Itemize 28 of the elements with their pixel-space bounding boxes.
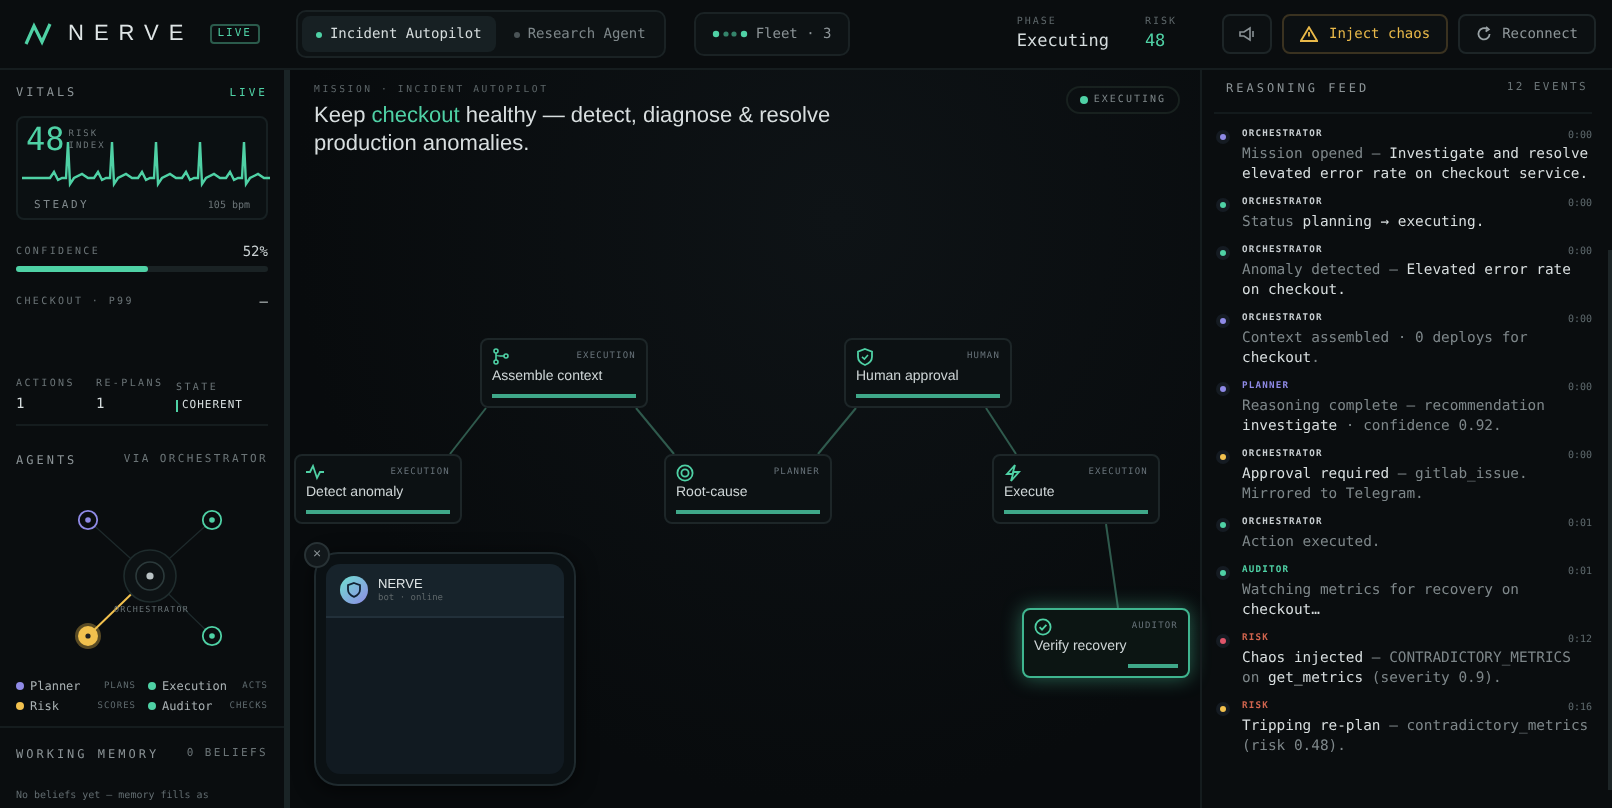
sound-button[interactable] (1222, 14, 1273, 54)
connector-line (449, 407, 487, 455)
agent-node[interactable] (201, 624, 223, 646)
lightning-icon (1004, 464, 1022, 482)
branch-icon (492, 348, 510, 366)
risk-value: 48 (1144, 32, 1168, 52)
phase-value: Executing (1016, 32, 1109, 52)
orchestrator-node (123, 548, 177, 602)
connector-line (635, 407, 675, 455)
connector-line (817, 407, 857, 455)
shield-avatar-icon (340, 576, 368, 604)
connector-line (1105, 523, 1119, 609)
risk-value: 48 (26, 124, 65, 156)
warning-icon (1300, 26, 1319, 42)
mission-headline: Keep checkout healthy — detect, diagnose & resolve production anomalies. (314, 102, 833, 158)
agent-node[interactable] (201, 508, 223, 530)
connector-line (985, 407, 1017, 455)
agent-node[interactable] (75, 622, 101, 648)
speaker-icon (1238, 26, 1257, 42)
fleet-dots-icon (711, 30, 748, 38)
shield-icon (856, 348, 874, 366)
agent-node[interactable] (77, 508, 99, 530)
logo-icon (24, 22, 56, 46)
target-icon (676, 464, 694, 482)
check-circle-icon (1034, 618, 1052, 636)
brand-name: NERVE (68, 22, 194, 46)
pulse-icon (306, 464, 324, 482)
refresh-icon (1476, 26, 1493, 42)
